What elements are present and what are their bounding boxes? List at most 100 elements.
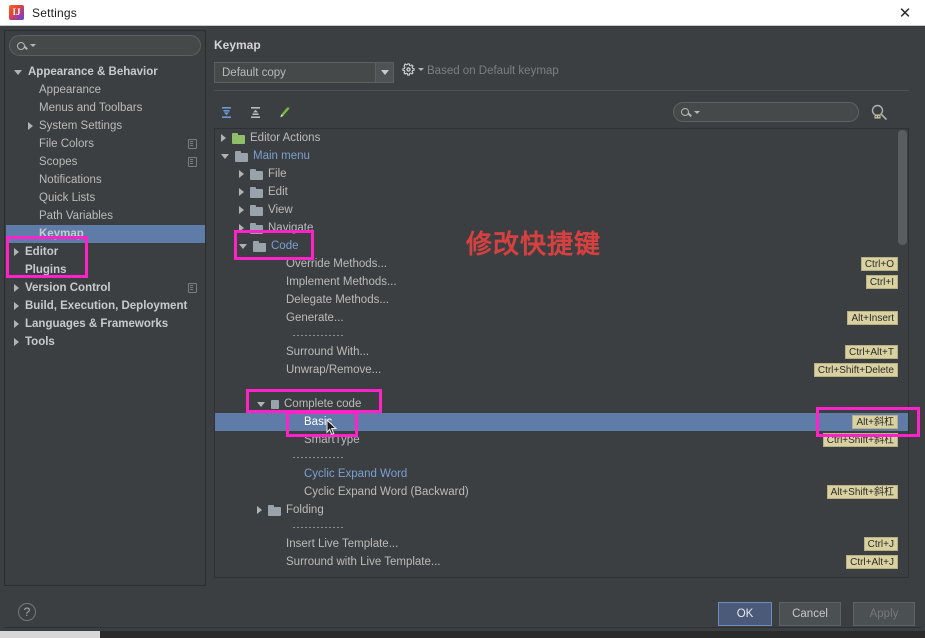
sidebar-item-path-variables[interactable]: Path Variables	[6, 207, 205, 225]
chevron-down-icon[interactable]	[14, 69, 22, 75]
tree-row[interactable]: Cyclic Expand Word (Backward) Alt+Shift+斜…	[215, 483, 908, 501]
apply-button[interactable]: Apply	[853, 602, 915, 626]
chevron-right-icon[interactable]	[221, 134, 226, 142]
tree-row-label: Implement Methods...	[286, 276, 397, 288]
sidebar-item-label: Tools	[25, 336, 55, 348]
sidebar-item-tools[interactable]: Tools	[6, 333, 205, 351]
close-icon[interactable]: ✕	[897, 5, 913, 21]
sidebar-item-file-colors[interactable]: File Colors	[6, 135, 205, 153]
chevron-down-icon[interactable]	[239, 243, 247, 249]
chevron-right-icon[interactable]	[239, 188, 244, 196]
sidebar-item-appearance[interactable]: Appearance	[6, 81, 205, 99]
sidebar-item-notifications[interactable]: Notifications	[6, 171, 205, 189]
sidebar-item-build-execution-deployment[interactable]: Build, Execution, Deployment	[6, 297, 205, 315]
settings-sidebar: Appearance & Behavior Appearance Menus and…	[4, 30, 206, 586]
shortcut-search-input[interactable]	[673, 102, 859, 122]
tree-row[interactable]: Insert Live Template... Ctrl+J	[215, 535, 908, 553]
group-icon	[271, 399, 279, 409]
tree-row[interactable]: Cyclic Expand Word	[215, 465, 908, 483]
keymap-tree[interactable]: Editor Actions Main menu File Edit View Navig…	[214, 128, 909, 578]
sidebar-item-system-settings[interactable]: System Settings	[6, 117, 205, 135]
divider	[214, 90, 909, 91]
tree-row[interactable]: Delegate Methods...	[215, 291, 908, 309]
folder-icon	[250, 186, 263, 198]
sidebar-item-version-control[interactable]: Version Control	[6, 279, 205, 297]
chevron-right-icon[interactable]	[239, 170, 244, 178]
tree-row[interactable]: Surround With... Ctrl+Alt+T	[215, 343, 908, 361]
chevron-right-icon[interactable]	[257, 506, 262, 514]
sidebar-item-scopes[interactable]: Scopes	[6, 153, 205, 171]
chevron-right-icon[interactable]	[28, 122, 33, 130]
sidebar-item-label: Languages & Frameworks	[25, 318, 169, 330]
tree-row[interactable]: View	[215, 201, 908, 219]
sidebar-item-editor[interactable]: Editor	[6, 243, 205, 261]
tree-scrollbar[interactable]	[898, 130, 907, 245]
tree-row-label: Delegate Methods...	[286, 294, 389, 306]
find-by-shortcut-icon[interactable]	[869, 102, 889, 122]
folder-icon	[232, 132, 245, 144]
sidebar-item-quick-lists[interactable]: Quick Lists	[6, 189, 205, 207]
tree-row[interactable]: Main menu	[215, 147, 908, 165]
chevron-down-icon[interactable]	[221, 153, 229, 159]
chevron-right-icon[interactable]	[14, 338, 19, 346]
keymap-toolbar	[216, 102, 294, 122]
shortcut-badge: Ctrl+Alt+J	[846, 555, 898, 569]
sidebar-search-input[interactable]	[9, 35, 201, 56]
sidebar-item-appearance-behavior[interactable]: Appearance & Behavior	[6, 63, 205, 81]
tree-row[interactable]: SmartType Ctrl+Shift+斜杠	[215, 431, 908, 449]
sidebar-item-languages-frameworks[interactable]: Languages & Frameworks	[6, 315, 205, 333]
sidebar-item-label: Notifications	[39, 174, 102, 186]
shortcut-badge: Alt+斜杠	[852, 415, 898, 429]
tree-row-label: File	[268, 168, 287, 180]
tree-row[interactable]: Unwrap/Remove... Ctrl+Shift+Delete	[215, 361, 908, 379]
sidebar-item-label: Appearance	[39, 84, 102, 96]
ok-button[interactable]: OK	[718, 602, 772, 626]
sidebar-item-label: Appearance & Behavior	[28, 66, 158, 78]
tree-row[interactable]: Edit	[215, 183, 908, 201]
tree-row[interactable]: Editor Actions	[215, 129, 908, 147]
sidebar-item-label: Build, Execution, Deployment	[25, 300, 188, 312]
window-title: Settings	[32, 5, 77, 20]
cancel-button[interactable]: Cancel	[779, 602, 841, 626]
chevron-right-icon[interactable]	[14, 320, 19, 328]
chevron-right-icon[interactable]	[239, 224, 244, 232]
shortcut-badge: Ctrl+Alt+T	[844, 345, 898, 359]
chevron-right-icon[interactable]	[14, 248, 19, 256]
dialog-body: Appearance & Behavior Appearance Menus and…	[0, 26, 925, 594]
desktop-strip	[0, 631, 925, 638]
config-badge-icon	[188, 157, 197, 167]
shortcut-badge: Ctrl+O	[860, 257, 898, 271]
tree-row-label: Surround with Live Template...	[286, 556, 441, 568]
chevron-down-icon[interactable]	[257, 401, 265, 407]
chevron-down-icon[interactable]	[375, 63, 393, 82]
chevron-down-icon	[418, 68, 424, 71]
edit-shortcut-icon[interactable]	[274, 102, 294, 122]
chevron-right-icon[interactable]	[239, 206, 244, 214]
chevron-right-icon[interactable]	[14, 284, 19, 292]
sidebar-item-menus-and-toolbars[interactable]: Menus and Toolbars	[6, 99, 205, 117]
tree-row-label: Editor Actions	[250, 132, 321, 144]
tree-row[interactable]: Generate... Alt+Insert	[215, 309, 908, 327]
sidebar-item-keymap[interactable]: Keymap	[6, 225, 205, 243]
help-button[interactable]: ?	[18, 603, 36, 621]
tree-row-label: Override Methods...	[286, 258, 387, 270]
tree-row[interactable]: Basic Alt+斜杠	[215, 413, 908, 431]
keymap-settings-button[interactable]	[402, 63, 424, 76]
tree-row-label: Code	[271, 240, 299, 252]
title-bar: IJ Settings ✕	[0, 0, 925, 26]
tree-row[interactable]: Implement Methods... Ctrl+I	[215, 273, 908, 291]
keymap-select[interactable]: Default copy	[214, 62, 394, 83]
tree-row-label: Complete code	[284, 398, 362, 410]
tree-row[interactable]: File	[215, 165, 908, 183]
collapse-all-icon[interactable]	[245, 102, 265, 122]
tree-row[interactable]: Complete code	[215, 395, 908, 413]
tree-row[interactable]: Surround with Live Template... Ctrl+Alt+J	[215, 553, 908, 571]
chevron-right-icon[interactable]	[14, 302, 19, 310]
chevron-down-icon	[30, 44, 36, 47]
sidebar-item-plugins[interactable]: Plugins	[6, 261, 205, 279]
tree-row[interactable]: Folding	[215, 501, 908, 519]
sidebar-tree: Appearance & Behavior Appearance Menus and…	[6, 63, 205, 351]
config-badge-icon	[188, 139, 197, 149]
page-title: Keymap	[214, 38, 261, 52]
expand-all-icon[interactable]	[216, 102, 236, 122]
